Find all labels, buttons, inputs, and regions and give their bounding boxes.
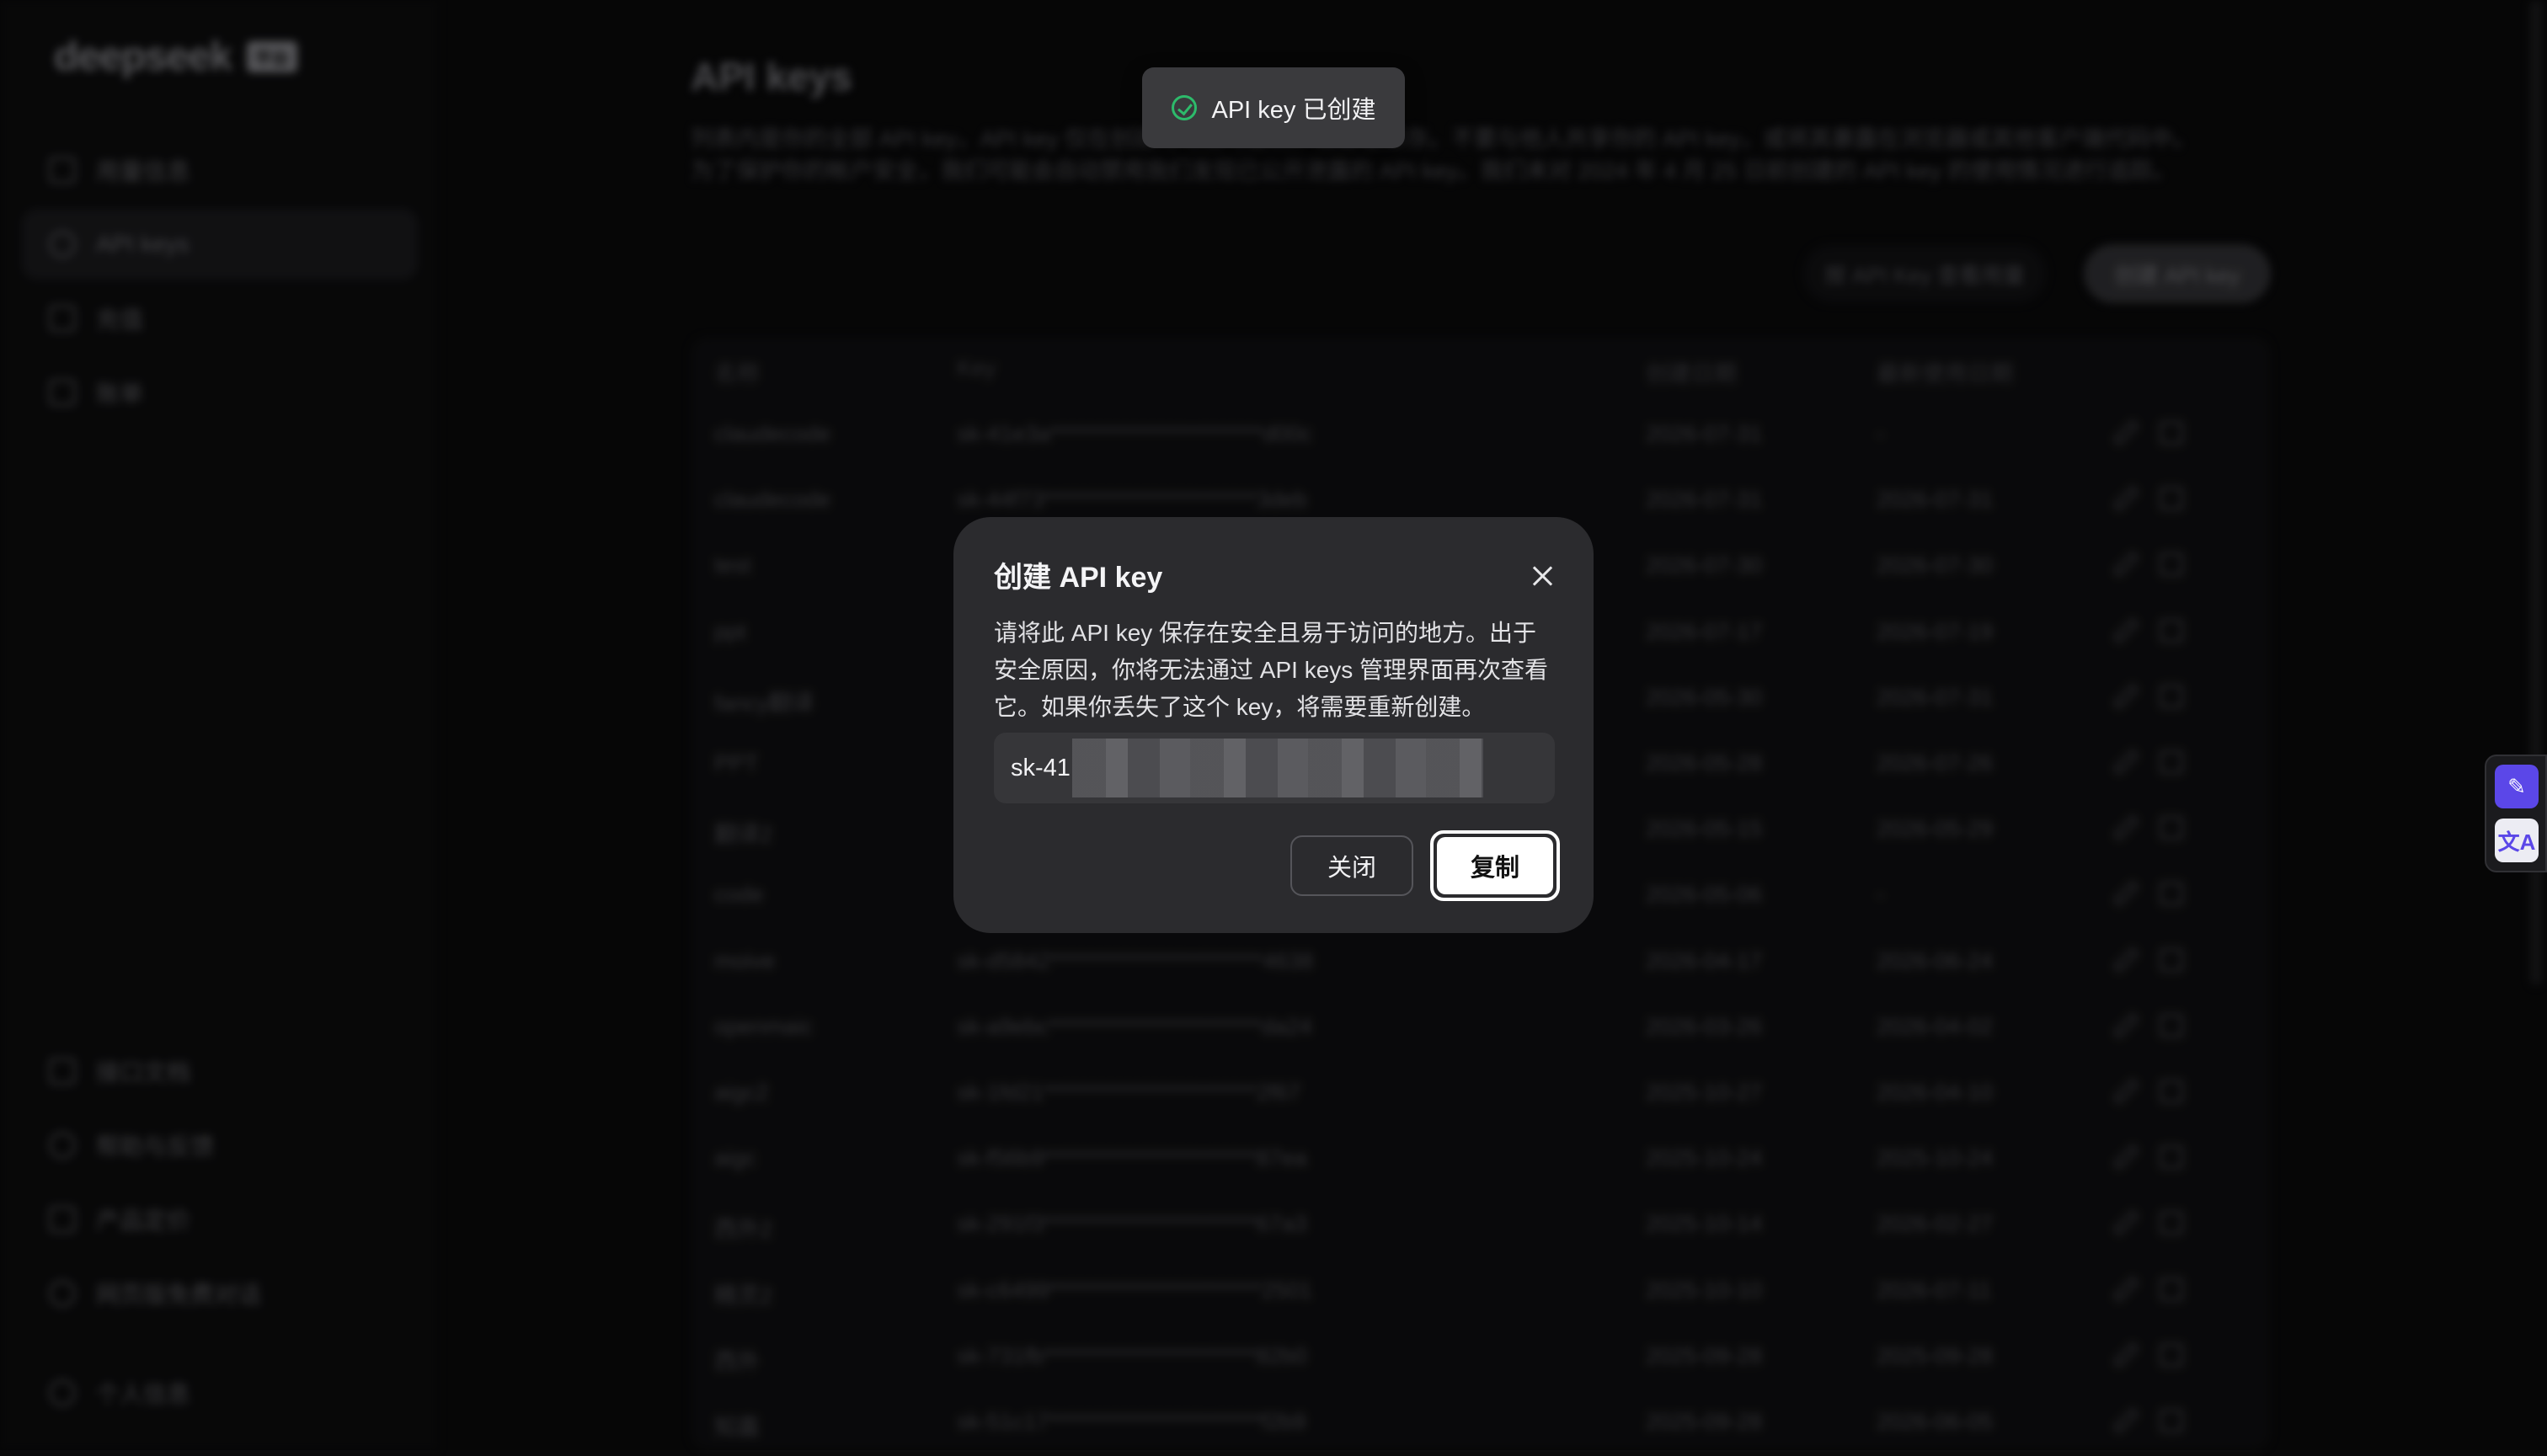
dialog-text-line: 它。如果你丢失了这个 key，将需要重新创建。 (994, 694, 1486, 720)
close-button[interactable]: 关闭 (1290, 835, 1413, 896)
close-icon[interactable] (1528, 561, 1558, 591)
assistant-icon[interactable]: ✎ (2495, 765, 2539, 808)
copy-button[interactable]: 复制 (1430, 830, 1560, 901)
floating-toolbar: ✎ 文A (2485, 755, 2547, 872)
dialog-text-line: 安全原因，你将无法通过 API keys 管理界面再次查看 (994, 657, 1549, 683)
api-key-redacted (1071, 739, 1483, 797)
copy-button-label: 复制 (1437, 837, 1553, 894)
dialog-description: 请将此 API key 保存在安全且易于访问的地方。出于 安全原因，你将无法通过… (994, 615, 1558, 726)
dialog-title: 创建 API key (994, 562, 1163, 594)
translate-icon[interactable]: 文A (2495, 819, 2539, 862)
create-api-key-dialog: 创建 API key 请将此 API key 保存在安全且易于访问的地方。出于 … (953, 517, 1594, 933)
success-toast: API key 已创建 (1142, 67, 1405, 148)
api-key-field[interactable]: sk-41 (994, 733, 1555, 803)
dialog-text-line: 请将此 API key 保存在安全且易于访问的地方。出于 (994, 620, 1537, 646)
api-key-prefix: sk-41 (1011, 754, 1071, 781)
check-circle-icon (1171, 95, 1197, 120)
toast-text: API key 已创建 (1211, 97, 1376, 124)
